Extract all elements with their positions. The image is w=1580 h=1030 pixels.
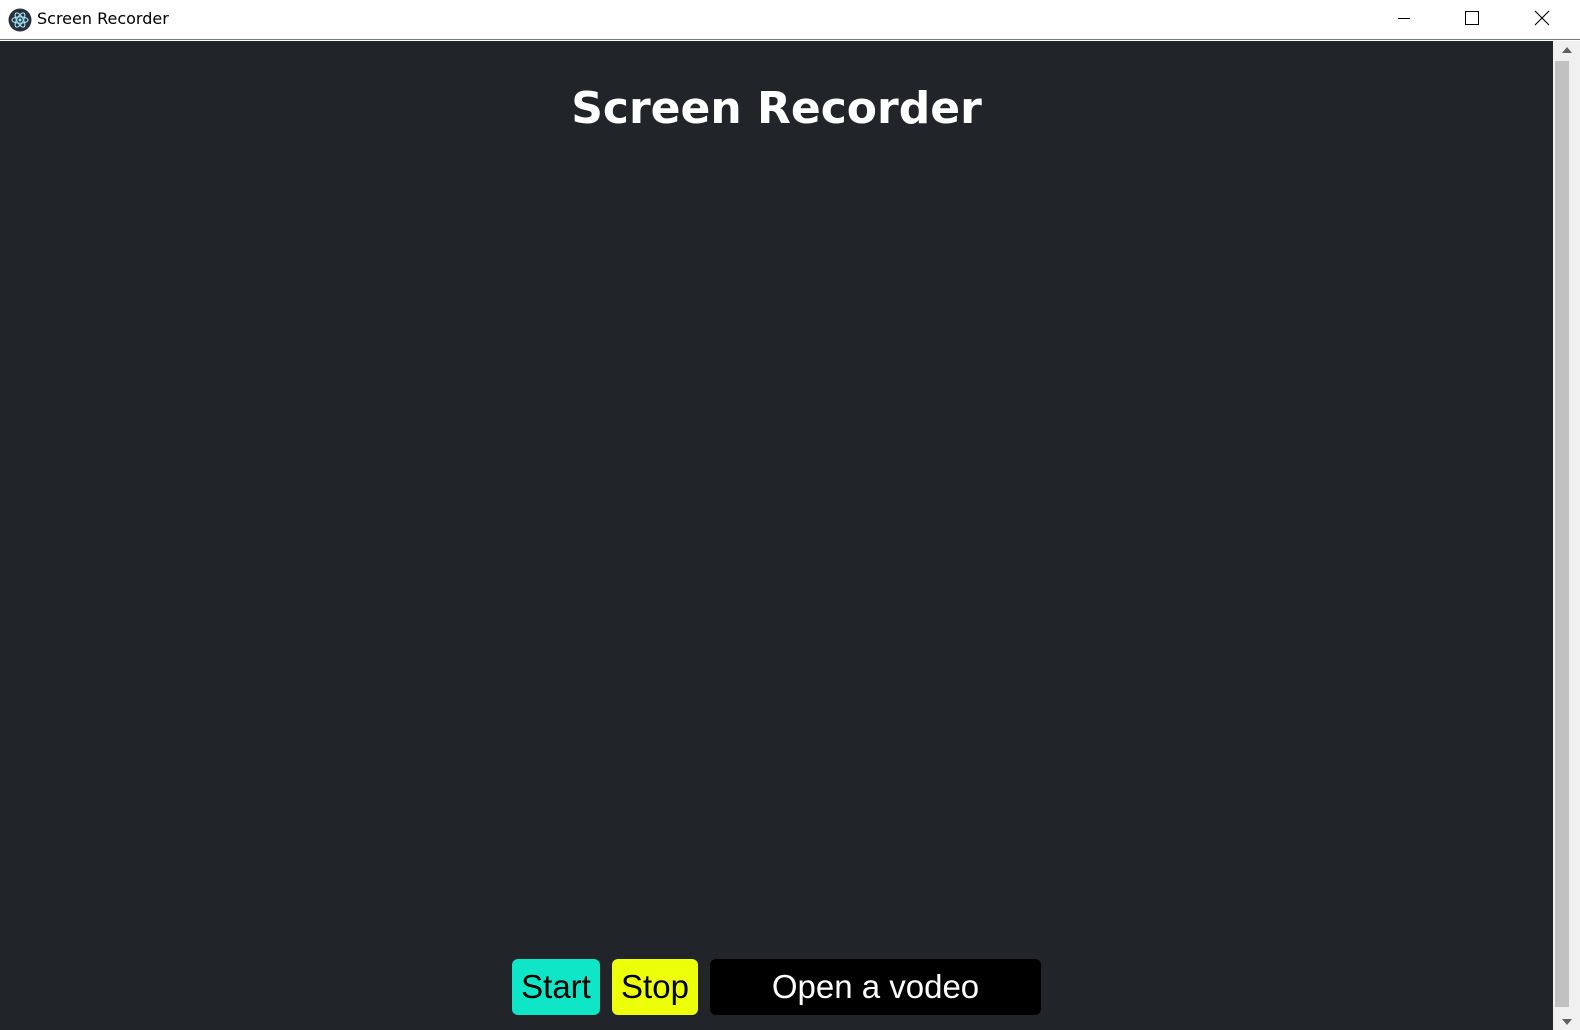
open-video-source-button[interactable]: Open a vodeo source [710, 959, 1041, 1030]
stop-button[interactable]: Stop [612, 959, 698, 1015]
maximize-icon [1464, 10, 1480, 30]
minimize-button[interactable] [1370, 0, 1438, 39]
electron-app-icon [8, 8, 32, 32]
app-window: Screen Recorder Screen Recorder Start St… [0, 0, 1580, 1030]
start-button[interactable]: Start [512, 959, 600, 1015]
title-bar[interactable]: Screen Recorder [0, 0, 1580, 40]
scroll-up-arrow-icon[interactable] [1553, 41, 1580, 58]
page-title: Screen Recorder [571, 83, 982, 134]
scroll-down-arrow-icon[interactable] [1553, 1013, 1580, 1030]
close-button[interactable] [1508, 0, 1576, 39]
minimize-icon [1397, 10, 1411, 29]
scrollbar-thumb[interactable] [1555, 61, 1569, 1007]
maximize-button[interactable] [1438, 0, 1506, 39]
main-content: Screen Recorder Start Stop Open a vodeo … [0, 41, 1553, 1030]
recorder-controls: Start Stop Open a vodeo source [0, 959, 1553, 1030]
window-title: Screen Recorder [37, 9, 169, 28]
close-icon [1534, 10, 1550, 30]
vertical-scrollbar[interactable] [1553, 41, 1580, 1030]
